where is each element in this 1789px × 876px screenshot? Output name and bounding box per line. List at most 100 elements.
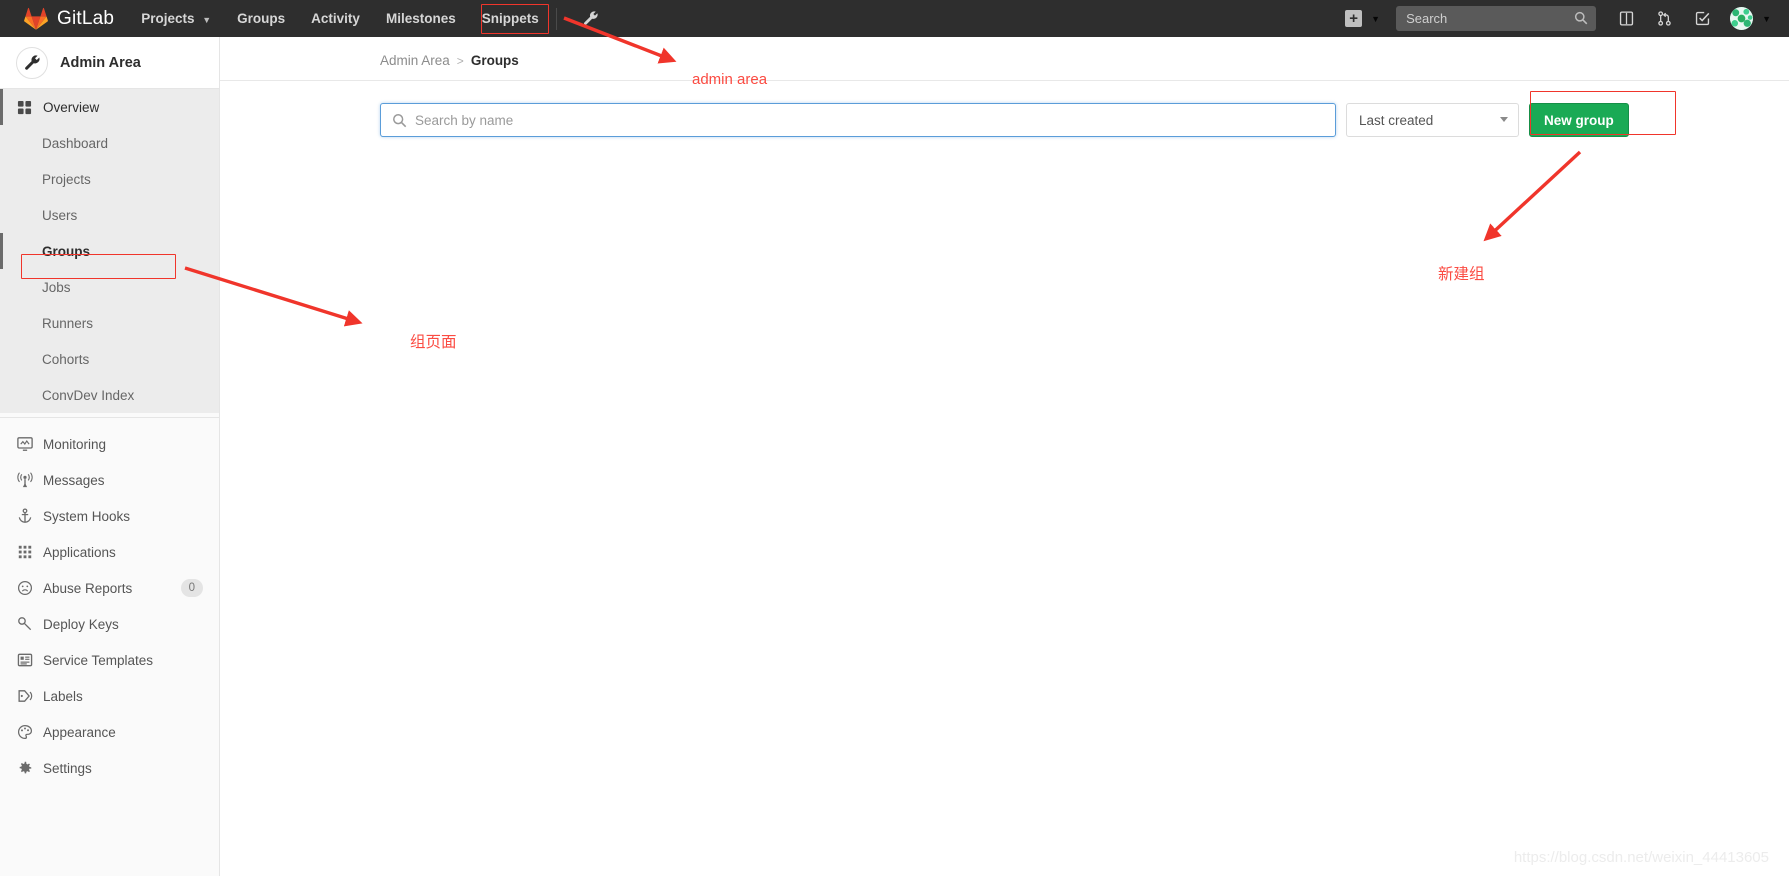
overview-grid-icon xyxy=(16,99,33,116)
wrench-icon xyxy=(584,11,598,25)
sidebar-item-messages-label: Messages xyxy=(43,472,105,488)
sidebar-item-users-label: Users xyxy=(42,207,78,223)
chevron-down-icon: ▼ xyxy=(202,15,212,25)
breadcrumb-separator: > xyxy=(456,53,464,68)
sidebar-item-groups-label: Groups xyxy=(42,243,91,259)
sidebar-item-settings-label: Settings xyxy=(43,760,92,776)
sidebar-item-system-hooks[interactable]: System Hooks xyxy=(0,498,219,534)
nav-link-activity[interactable]: Activity xyxy=(298,0,373,37)
sidebar-group-overview: Overview Dashboard Projects Users Groups… xyxy=(0,89,219,413)
sidebar-item-settings[interactable]: Settings xyxy=(0,750,219,786)
sidebar-item-runners[interactable]: Runners xyxy=(0,305,219,341)
sidebar-avatar xyxy=(16,46,48,79)
sidebar-item-system-hooks-label: System Hooks xyxy=(43,508,131,524)
monitor-icon xyxy=(16,436,33,453)
sidebar-item-users[interactable]: Users xyxy=(0,197,219,233)
sidebar-item-service-templates[interactable]: Service Templates xyxy=(0,642,219,678)
sidebar-item-abuse-reports-label: Abuse Reports xyxy=(43,580,133,596)
chevron-down-icon: ▼ xyxy=(1762,13,1771,24)
face-icon xyxy=(16,580,33,597)
sidebar-item-monitoring-label: Monitoring xyxy=(43,436,107,452)
gear-icon xyxy=(16,760,33,777)
navbar-right: + ▼ Search ▼ xyxy=(1337,0,1789,37)
sidebar-header[interactable]: Admin Area xyxy=(0,37,219,89)
sidebar-item-applications[interactable]: Applications xyxy=(0,534,219,570)
merge-requests-button[interactable] xyxy=(1646,0,1682,37)
sidebar-item-dashboard-label: Dashboard xyxy=(42,135,109,151)
search-icon xyxy=(393,114,407,128)
sidebar-divider xyxy=(0,417,219,418)
main-content: Admin Area > Groups Last created New gro… xyxy=(220,37,1789,876)
nav-link-projects-label: Projects xyxy=(141,11,195,26)
abuse-reports-badge: 0 xyxy=(180,579,203,597)
issues-button[interactable] xyxy=(1608,0,1644,37)
brand-name: GitLab xyxy=(57,7,115,29)
search-icon xyxy=(1574,11,1588,25)
sidebar-item-runners-label: Runners xyxy=(42,315,94,331)
sidebar-item-cohorts[interactable]: Cohorts xyxy=(0,341,219,377)
label-tag-icon xyxy=(16,688,33,705)
sidebar-item-projects-label: Projects xyxy=(42,171,91,187)
todos-button[interactable] xyxy=(1684,0,1720,37)
sidebar-item-deploy-keys[interactable]: Deploy Keys xyxy=(0,606,219,642)
sidebar-item-messages[interactable]: Messages xyxy=(0,462,219,498)
breadcrumb-groups: Groups xyxy=(470,53,519,68)
sidebar-item-jobs-label: Jobs xyxy=(42,279,71,295)
sidebar-item-projects[interactable]: Projects xyxy=(0,161,219,197)
groups-search-input[interactable] xyxy=(381,104,1335,136)
nav-link-projects[interactable]: Projects ▼ xyxy=(128,0,224,37)
applications-grid-icon xyxy=(16,544,33,561)
breadcrumb-admin-area[interactable]: Admin Area xyxy=(380,53,450,68)
sidebar-item-convdev-index[interactable]: ConvDev Index xyxy=(0,377,219,413)
groups-search[interactable] xyxy=(380,103,1336,137)
navbar-search[interactable] xyxy=(1396,6,1597,31)
navbar-search-input[interactable] xyxy=(1396,6,1597,31)
sidebar-item-applications-label: Applications xyxy=(43,544,116,560)
sidebar-item-dashboard[interactable]: Dashboard xyxy=(0,125,219,161)
todos-icon xyxy=(1695,11,1709,26)
sort-dropdown-value: Last created xyxy=(1359,112,1434,128)
sort-dropdown[interactable]: Last created xyxy=(1346,103,1519,137)
user-avatar xyxy=(1730,7,1754,30)
nav-link-groups[interactable]: Groups xyxy=(224,0,298,37)
sidebar-item-labels-label: Labels xyxy=(43,688,83,704)
sidebar-item-overview[interactable]: Overview xyxy=(0,89,219,125)
sidebar-item-cohorts-label: Cohorts xyxy=(42,351,90,367)
plus-icon: + xyxy=(1345,10,1363,27)
issues-icon xyxy=(1619,11,1633,26)
sidebar-item-appearance-label: Appearance xyxy=(43,724,116,740)
anchor-icon xyxy=(16,508,33,525)
navbar-divider xyxy=(555,7,557,30)
brand-logo[interactable]: GitLab xyxy=(0,0,128,37)
nav-link-milestones[interactable]: Milestones xyxy=(373,0,469,37)
active-indicator xyxy=(0,89,3,125)
admin-area-wrench-button[interactable] xyxy=(561,0,621,37)
breadcrumb: Admin Area > Groups xyxy=(220,37,1789,81)
new-item-dropdown[interactable]: + ▼ xyxy=(1337,0,1388,37)
new-group-button[interactable]: New group xyxy=(1529,103,1629,137)
gitlab-admin-groups-page: GitLab Projects ▼ Groups Activity Milest… xyxy=(0,0,1789,876)
nav-link-snippets[interactable]: Snippets xyxy=(469,0,552,37)
sidebar-item-service-templates-label: Service Templates xyxy=(43,652,154,668)
key-icon xyxy=(16,616,33,633)
active-indicator xyxy=(0,233,3,269)
sidebar-item-appearance[interactable]: Appearance xyxy=(0,714,219,750)
template-icon xyxy=(16,652,33,669)
sidebar-item-deploy-keys-label: Deploy Keys xyxy=(43,616,119,632)
sidebar-item-groups[interactable]: Groups xyxy=(0,233,219,269)
chevron-down-icon: ▼ xyxy=(1371,13,1381,24)
sidebar-item-jobs[interactable]: Jobs xyxy=(0,269,219,305)
sidebar-item-monitoring[interactable]: Monitoring xyxy=(0,426,219,462)
sidebar-item-abuse-reports[interactable]: Abuse Reports 0 xyxy=(0,570,219,606)
groups-toolbar: Last created New group xyxy=(220,81,1789,137)
wrench-icon xyxy=(25,54,40,70)
page-title: Admin Area xyxy=(60,54,141,71)
user-menu[interactable]: ▼ xyxy=(1722,0,1777,37)
sidebar-item-labels[interactable]: Labels xyxy=(0,678,219,714)
palette-icon xyxy=(16,724,33,741)
sidebar-main-items: Monitoring Messages System Hooks Applica… xyxy=(0,422,219,790)
navbar-links: Projects ▼ Groups Activity Milestones Sn… xyxy=(128,0,621,37)
gitlab-logo-icon xyxy=(24,7,48,30)
sidebar-item-overview-label: Overview xyxy=(43,99,100,115)
merge-requests-icon xyxy=(1657,11,1671,26)
